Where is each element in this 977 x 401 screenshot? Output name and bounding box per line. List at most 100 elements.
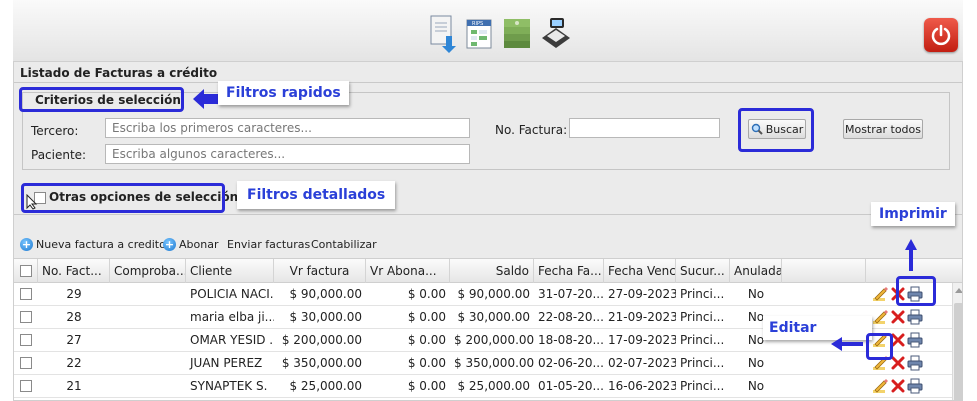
- highlight-editar: [866, 333, 893, 360]
- cell-anulada: No: [747, 287, 765, 301]
- svg-text:RIPS: RIPS: [472, 21, 483, 27]
- money-icon[interactable]: [501, 14, 531, 54]
- header-cliente[interactable]: Cliente: [186, 259, 274, 283]
- row-checkbox[interactable]: [20, 288, 32, 300]
- cell-comprobante: [110, 283, 186, 306]
- cell-fecha-factura: 31-07-20...: [538, 287, 604, 301]
- print-icon[interactable]: [907, 378, 923, 394]
- header-fecha-factura[interactable]: Fecha Fa...: [534, 259, 604, 283]
- cursor-icon: [26, 194, 38, 210]
- nueva-factura-label: Nueva factura a credito: [36, 238, 166, 251]
- arrow-icon: [193, 89, 218, 109]
- cell-vr-factura: $ 200,000.00: [281, 333, 362, 347]
- cell-saldo: $ 25,000.00: [457, 379, 530, 393]
- cash-register-icon[interactable]: [538, 14, 570, 54]
- header-sucursal[interactable]: Sucur...: [676, 259, 730, 283]
- cell-vr-abonado: $ 0.00: [407, 379, 446, 393]
- table-row[interactable]: 21 SYNAPTEK S. $ 25,000.00 $ 0.00 $ 25,000.0…: [14, 375, 952, 398]
- highlight-criterios: [19, 87, 184, 112]
- cell-fecha-vencimiento: 16-06-2023: [608, 379, 676, 393]
- cell-comprobante: [110, 375, 186, 398]
- header-vr-abonado[interactable]: Vr Abona...: [366, 259, 450, 283]
- print-icon[interactable]: [907, 355, 923, 371]
- cell-cliente: maria elba ji...: [190, 310, 274, 324]
- cell-fecha-factura: 18-08-20...: [538, 333, 604, 347]
- import-icon[interactable]: [428, 14, 458, 54]
- abonar-button[interactable]: + Abonar: [163, 238, 218, 251]
- cell-no-factura: 28: [66, 310, 82, 324]
- row-checkbox[interactable]: [20, 334, 32, 346]
- cell-vr-factura: $ 25,000.00: [289, 379, 362, 393]
- cell-no-factura: 27: [66, 333, 82, 347]
- cell-cliente: JUAN PEREZ: [190, 356, 263, 370]
- factura-input[interactable]: [569, 118, 720, 138]
- highlight-imprimir: [896, 276, 936, 306]
- cell-sucursal: Princi...: [680, 333, 725, 347]
- vertical-scrollbar[interactable]: [952, 283, 962, 400]
- header-anulada[interactable]: Anulada: [730, 259, 782, 283]
- highlight-buscar: [738, 108, 814, 152]
- cell-vr-abonado: $ 0.00: [407, 287, 446, 301]
- cell-saldo: $ 30,000.00: [457, 310, 530, 324]
- row-checkbox[interactable]: [20, 311, 32, 323]
- divider: [14, 82, 962, 83]
- delete-icon[interactable]: [890, 378, 906, 394]
- header-vr-factura[interactable]: Vr factura: [274, 259, 366, 283]
- scroll-up-icon[interactable]: [955, 288, 962, 293]
- edit-icon[interactable]: [872, 286, 888, 302]
- header-fecha-vencimiento[interactable]: Fecha Venc.: [604, 259, 676, 283]
- cell-fecha-factura: 01-05-20...: [538, 379, 604, 393]
- abonar-label: Abonar: [179, 238, 219, 251]
- cell-fecha-factura: 02-06-20...: [538, 356, 604, 370]
- cell-cliente: POLICIA NACI...: [190, 287, 274, 301]
- grid-header: No. Fact... Comproba... Cliente Vr factu…: [14, 259, 962, 283]
- cell-saldo: $ 90,000.00: [457, 287, 530, 301]
- mostrar-todos-button[interactable]: Mostrar todos: [843, 119, 923, 139]
- add-icon: +: [163, 238, 176, 251]
- arrow-icon: [905, 239, 917, 271]
- table-row[interactable]: 22 JUAN PEREZ $ 350,000.00 $ 0.00 $ 350,000.…: [14, 352, 952, 375]
- edit-icon[interactable]: [872, 378, 888, 394]
- callout-filtros-detallados: Filtros detallados: [237, 181, 396, 209]
- cell-vr-abonado: $ 0.00: [407, 310, 446, 324]
- divider: [14, 214, 962, 215]
- nueva-factura-button[interactable]: + Nueva factura a credito: [20, 238, 166, 251]
- rips-spreadsheet-icon[interactable]: RIPS: [465, 14, 495, 54]
- callout-imprimir: Imprimir: [871, 202, 955, 226]
- cell-vr-factura: $ 90,000.00: [289, 287, 362, 301]
- print-icon[interactable]: [907, 309, 923, 325]
- delete-icon[interactable]: [890, 309, 906, 325]
- select-all-checkbox[interactable]: [20, 265, 32, 277]
- cell-sucursal: Princi...: [680, 356, 725, 370]
- header-comprobante[interactable]: Comproba...: [110, 259, 186, 283]
- print-icon[interactable]: [907, 332, 923, 348]
- arrow-icon: [831, 337, 863, 351]
- row-checkbox[interactable]: [20, 380, 32, 392]
- cell-fecha-vencimiento: 21-09-2023: [608, 310, 676, 324]
- power-button[interactable]: [924, 18, 958, 52]
- edit-icon[interactable]: [872, 309, 888, 325]
- header-saldo[interactable]: Saldo: [450, 259, 534, 283]
- cell-fecha-vencimiento: 27-09-2023: [608, 287, 676, 301]
- cell-no-factura: 21: [66, 379, 82, 393]
- enviar-facturas-button[interactable]: Enviar facturas: [227, 238, 310, 251]
- header-select-all-cell: [14, 259, 38, 283]
- cell-anulada: No: [747, 356, 765, 370]
- cell-vr-factura: $ 30,000.00: [289, 310, 362, 324]
- cell-comprobante: [110, 352, 186, 375]
- cell-sucursal: Princi...: [680, 379, 725, 393]
- header-no-factura[interactable]: No. Fact...: [38, 259, 110, 283]
- cell-cliente: SYNAPTEK S.: [190, 379, 268, 393]
- highlight-otras-opciones: [21, 183, 225, 213]
- callout-filtros-rapidos: Filtros rapidos: [218, 81, 349, 105]
- paciente-label: Paciente:: [31, 148, 87, 162]
- row-checkbox[interactable]: [20, 357, 32, 369]
- scroll-thumb[interactable]: [954, 303, 962, 400]
- cell-anulada: No: [747, 379, 765, 393]
- paciente-input[interactable]: [105, 144, 470, 164]
- tercero-input[interactable]: [105, 118, 470, 138]
- grid-toolbar: + Nueva factura a credito + Abonar Envia…: [14, 234, 962, 256]
- top-toolbar: RIPS: [13, 0, 963, 62]
- contabilizar-button[interactable]: Contabilizar: [311, 238, 377, 251]
- table-row[interactable]: 29 POLICIA NACI... $ 90,000.00 $ 0.00 $ 90,0…: [14, 283, 952, 306]
